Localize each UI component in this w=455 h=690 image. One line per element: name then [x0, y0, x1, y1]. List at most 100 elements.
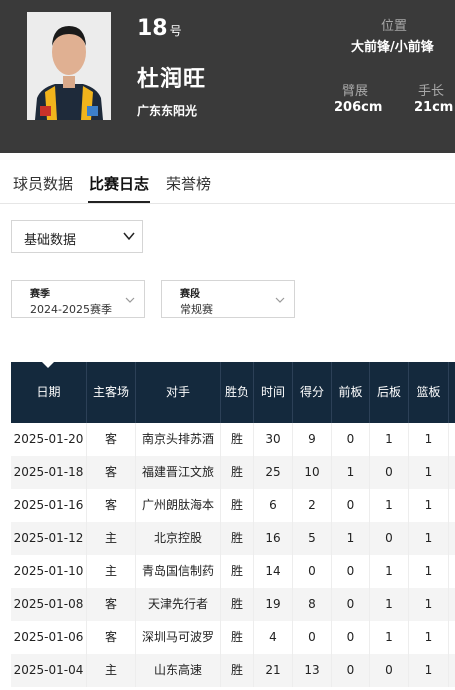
- table-body: 2025-01-20 客南京头排苏酒胜 30 9 0 1 1 2025-01-18 客福建晋江文…: [11, 423, 455, 687]
- cell-date: 2025-01-06: [11, 621, 87, 654]
- cell-def-rebounds: 0: [370, 654, 409, 687]
- cell-rebounds: 1: [409, 423, 449, 456]
- col-header-opponent[interactable]: 对手: [136, 362, 221, 423]
- stat-type-select[interactable]: 基础数据: [11, 220, 143, 253]
- player-name: 杜润旺: [137, 67, 207, 92]
- cell-minutes: 19: [254, 588, 293, 621]
- cell-def-rebounds: 1: [370, 621, 409, 654]
- cell-def-rebounds: 0: [370, 456, 409, 489]
- cell-date: 2025-01-04: [11, 654, 87, 687]
- table-row: 2025-01-16 客广州朗肽海本胜 6 2 0 1 1: [11, 489, 455, 522]
- cell-rebounds: 1: [409, 456, 449, 489]
- table-row: 2025-01-06 客深圳马可波罗胜 4 0 0 1 1: [11, 621, 455, 654]
- table-row: 2025-01-10 主青岛国信制药胜 14 0 0 1 1: [11, 555, 455, 588]
- cell-rebounds: 1: [409, 555, 449, 588]
- cell-rebounds: 1: [409, 588, 449, 621]
- cell-result: 胜: [221, 588, 254, 621]
- cell-minutes: 16: [254, 522, 293, 555]
- cell-off-rebounds: 0: [332, 621, 370, 654]
- season-select[interactable]: 赛季 2024-2025赛季: [11, 280, 145, 318]
- cell-off-rebounds: 0: [332, 654, 370, 687]
- hand-value: 21cm: [414, 100, 454, 115]
- stage-select[interactable]: 赛段 常规赛: [161, 280, 295, 318]
- season-value: 2024-2025赛季: [30, 303, 112, 316]
- col-header-result[interactable]: 胜负: [221, 362, 254, 423]
- cell-off-rebounds: 1: [332, 522, 370, 555]
- col-header-date[interactable]: 日期: [11, 362, 87, 423]
- cell-date: 2025-01-10: [11, 555, 87, 588]
- col-header-def-rebounds[interactable]: 后板: [370, 362, 409, 423]
- chevron-down-icon: [125, 297, 135, 303]
- cell-points: 9: [293, 423, 332, 456]
- col-header-points[interactable]: 得分: [293, 362, 332, 423]
- cell-off-rebounds: 0: [332, 588, 370, 621]
- wingspan-value: 206cm: [334, 100, 383, 115]
- player-photo: [27, 12, 111, 120]
- player-header: 18 号 杜润旺 广东东阳光 位置 大前锋/小前锋 臂展 206cm 手长 21c…: [0, 0, 455, 153]
- tab-player-stats[interactable]: 球员数据: [13, 173, 73, 194]
- cell-home-away: 客: [87, 456, 136, 489]
- cell-date: 2025-01-18: [11, 456, 87, 489]
- cell-opponent: 北京控股: [136, 522, 221, 555]
- wingspan-label: 臂展: [342, 84, 369, 99]
- col-header-minutes[interactable]: 时间: [254, 362, 293, 423]
- cell-home-away: 主: [87, 555, 136, 588]
- cell-points: 10: [293, 456, 332, 489]
- cell-result: 胜: [221, 555, 254, 588]
- stage-value: 常规赛: [180, 303, 213, 316]
- table-row: 2025-01-04 主山东高速胜 21 13 0 0 1: [11, 654, 455, 687]
- cell-result: 胜: [221, 522, 254, 555]
- game-log-table: 日期 主客场 对手 胜负 时间 得分 前板 后板 篮板 2025-01-20 客南京头排苏酒胜 30…: [11, 362, 455, 687]
- active-tab-indicator: [88, 201, 150, 203]
- cell-rebounds: 1: [409, 489, 449, 522]
- col-header-home-away[interactable]: 主客场: [87, 362, 136, 423]
- jersey-number: 18 号: [137, 16, 182, 41]
- cell-result: 胜: [221, 489, 254, 522]
- cell-result: 胜: [221, 621, 254, 654]
- cell-home-away: 客: [87, 489, 136, 522]
- cell-points: 2: [293, 489, 332, 522]
- cell-def-rebounds: 1: [370, 489, 409, 522]
- cell-points: 13: [293, 654, 332, 687]
- cell-off-rebounds: 0: [332, 489, 370, 522]
- cell-opponent: 天津先行者: [136, 588, 221, 621]
- cell-result: 胜: [221, 654, 254, 687]
- tab-bar: 球员数据 比赛日志 荣誉榜: [0, 153, 455, 204]
- cell-home-away: 客: [87, 621, 136, 654]
- cell-def-rebounds: 1: [370, 555, 409, 588]
- cell-result: 胜: [221, 423, 254, 456]
- table-row: 2025-01-20 客南京头排苏酒胜 30 9 0 1 1: [11, 423, 455, 456]
- col-header-rebounds[interactable]: 篮板: [409, 362, 449, 423]
- cell-off-rebounds: 0: [332, 423, 370, 456]
- cell-date: 2025-01-08: [11, 588, 87, 621]
- cell-off-rebounds: 0: [332, 555, 370, 588]
- cell-rebounds: 1: [409, 654, 449, 687]
- cell-points: 0: [293, 555, 332, 588]
- cell-off-rebounds: 1: [332, 456, 370, 489]
- cell-opponent: 山东高速: [136, 654, 221, 687]
- season-label: 赛季: [30, 289, 50, 300]
- cell-points: 0: [293, 621, 332, 654]
- hand-label: 手长: [418, 84, 445, 99]
- table-row: 2025-01-08 客天津先行者胜 19 8 0 1 1: [11, 588, 455, 621]
- tab-game-log[interactable]: 比赛日志: [89, 173, 149, 194]
- cell-opponent: 深圳马可波罗: [136, 621, 221, 654]
- tab-honors[interactable]: 荣誉榜: [166, 173, 211, 194]
- cell-minutes: 4: [254, 621, 293, 654]
- cell-opponent: 福建晋江文旅: [136, 456, 221, 489]
- cell-opponent: 广州朗肽海本: [136, 489, 221, 522]
- table-header: 日期 主客场 对手 胜负 时间 得分 前板 后板 篮板: [11, 362, 455, 423]
- cell-rebounds: 1: [409, 621, 449, 654]
- cell-home-away: 主: [87, 522, 136, 555]
- cell-date: 2025-01-12: [11, 522, 87, 555]
- stage-label: 赛段: [180, 289, 200, 300]
- cell-minutes: 25: [254, 456, 293, 489]
- position-value: 大前锋/小前锋: [351, 40, 434, 55]
- cell-minutes: 6: [254, 489, 293, 522]
- cell-def-rebounds: 0: [370, 522, 409, 555]
- player-avatar-icon: [27, 12, 111, 120]
- position-label: 位置: [381, 19, 408, 34]
- table-row: 2025-01-12 主北京控股胜 16 5 1 0 1: [11, 522, 455, 555]
- cell-def-rebounds: 1: [370, 588, 409, 621]
- col-header-off-rebounds[interactable]: 前板: [332, 362, 370, 423]
